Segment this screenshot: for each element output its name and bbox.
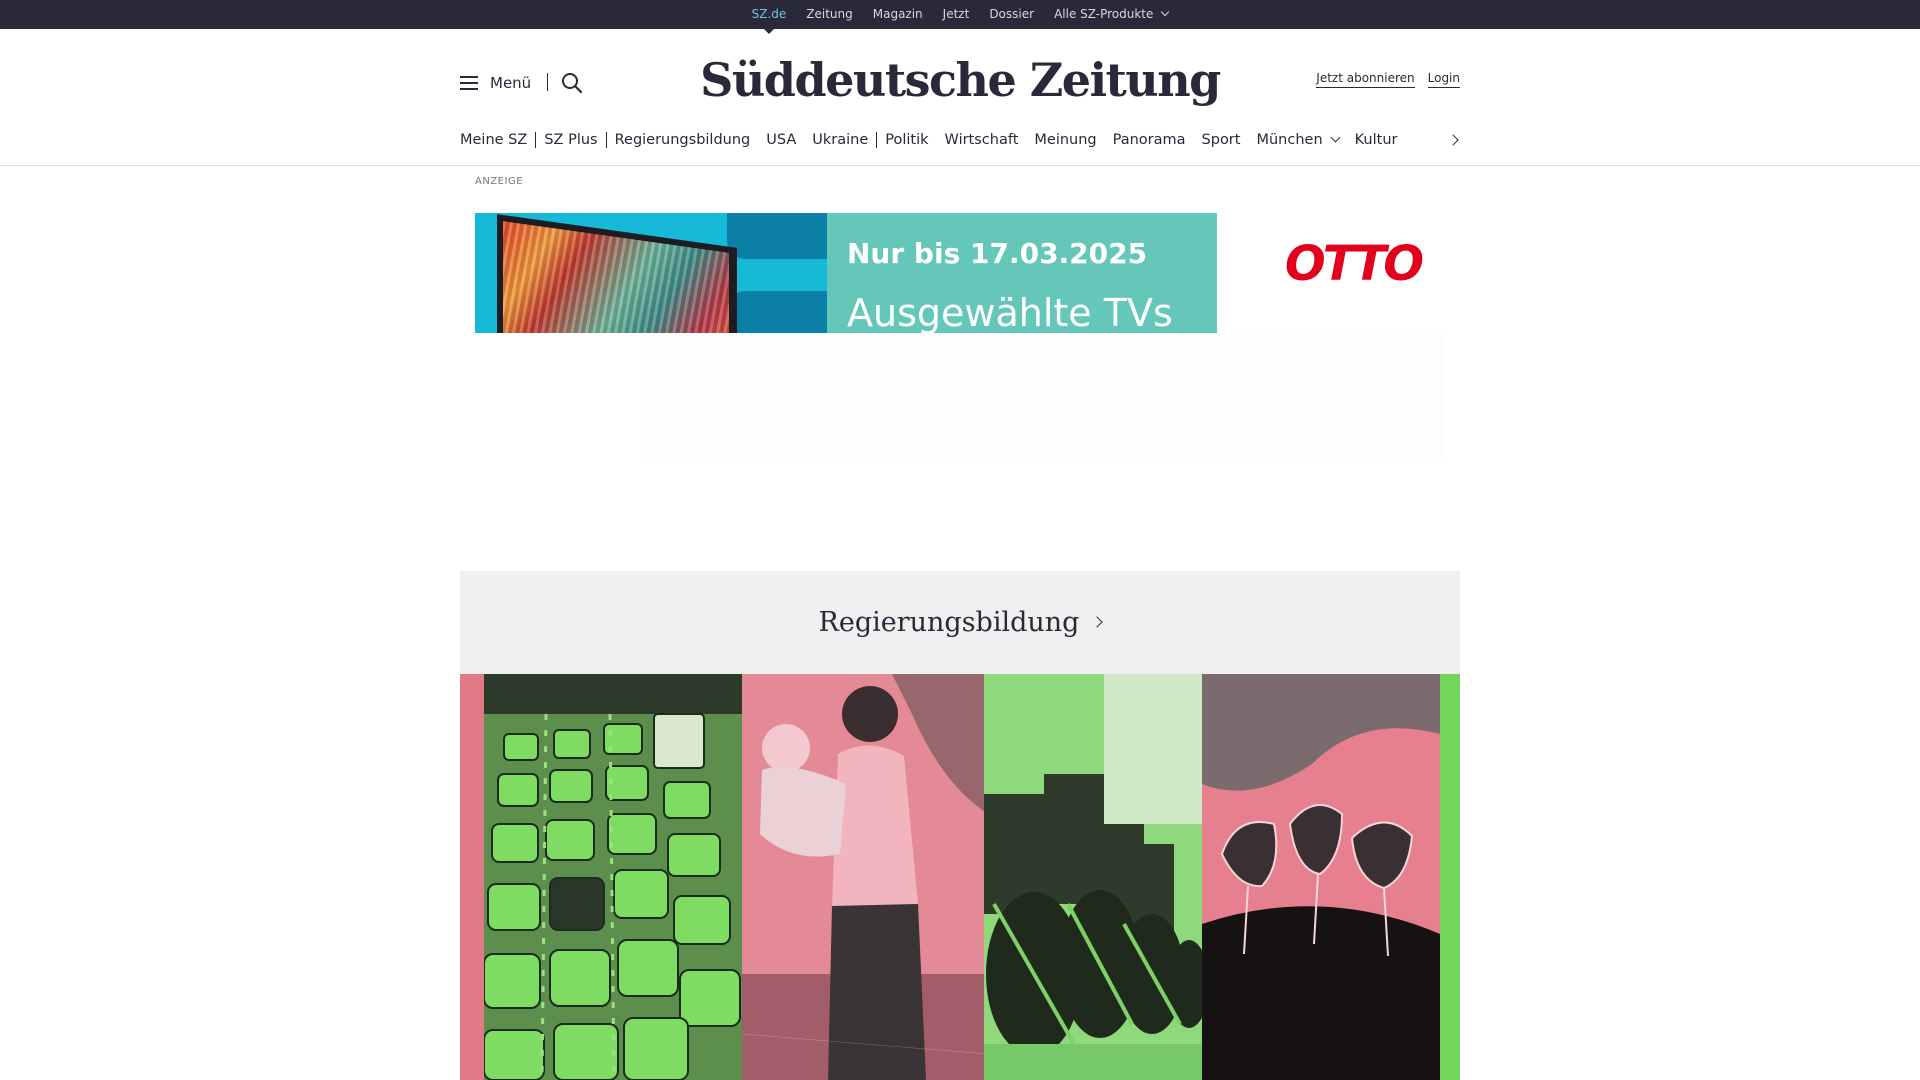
top-nav-alle-produkte[interactable]: Alle SZ-Produkte	[1044, 0, 1178, 29]
account-links: Jetzt abonnieren Login	[1316, 71, 1460, 88]
menu-label: Menü	[490, 74, 532, 92]
ad-headline: Nur bis 17.03.2025	[847, 237, 1148, 270]
main-nav: Meine SZ SZ Plus Regierungsbildung USA U…	[460, 128, 1460, 152]
chevron-right-icon	[1091, 615, 1104, 628]
header-divider	[547, 73, 548, 91]
subscribe-link[interactable]: Jetzt abonnieren	[1316, 71, 1415, 88]
top-nav-sz-de[interactable]: SZ.de	[742, 0, 797, 34]
ad-area-background	[640, 333, 1445, 463]
chevron-down-icon	[1330, 132, 1341, 143]
ad-label: ANZEIGE	[475, 176, 524, 187]
nav-item-politik[interactable]: Politik	[885, 132, 928, 148]
search-icon	[562, 73, 583, 94]
collage-panel-glasses	[1202, 674, 1440, 1080]
top-nav-jetzt[interactable]: Jetzt	[933, 0, 980, 29]
ad-banner[interactable]: Nur bis 17.03.2025 Ausgewählte TVs	[475, 213, 1217, 333]
nav-item-usa[interactable]: USA	[766, 132, 796, 148]
top-nav-alle-produkte-label: Alle SZ-Produkte	[1054, 7, 1154, 21]
ad-subline: Ausgewählte TVs	[847, 291, 1173, 333]
menu-button[interactable]: Menü	[460, 71, 531, 95]
nav-item-regierungsbildung[interactable]: Regierungsbildung	[615, 132, 751, 148]
nav-item-muenchen[interactable]: München	[1256, 132, 1341, 148]
otto-logo-text: OTTO	[1284, 236, 1424, 292]
site-logo[interactable]: Süddeutsche Zeitung	[700, 44, 1221, 116]
header-rule	[0, 165, 1920, 166]
nav-item-sz-plus[interactable]: SZ Plus	[544, 132, 597, 148]
nav-item-ukraine[interactable]: Ukraine	[812, 132, 868, 148]
nav-item-meinung[interactable]: Meinung	[1034, 132, 1096, 148]
chevron-down-icon	[1161, 7, 1170, 17]
ad-text-panel: Nur bis 17.03.2025 Ausgewählte TVs	[827, 213, 1217, 333]
nav-scroll-right-button[interactable]	[1446, 131, 1464, 149]
nav-item-sport[interactable]: Sport	[1202, 132, 1241, 148]
top-nav: SZ.de Zeitung Magazin Jetzt Dossier Alle…	[0, 0, 1920, 34]
hamburger-icon	[460, 76, 478, 90]
nav-item-kultur[interactable]: Kultur	[1355, 132, 1398, 148]
section-title: Regierungsbildung	[818, 607, 1080, 638]
top-nav-magazin[interactable]: Magazin	[863, 0, 933, 29]
nav-item-panorama[interactable]: Panorama	[1113, 132, 1186, 148]
nav-item-wirtschaft[interactable]: Wirtschaft	[945, 132, 1019, 148]
search-button[interactable]	[560, 71, 584, 95]
collage-edge-left	[460, 674, 484, 1080]
nav-separator	[605, 132, 607, 148]
site-logo-text: Süddeutsche Zeitung	[700, 53, 1221, 107]
collage-panel-tractors	[984, 674, 1206, 1080]
nav-separator	[535, 132, 537, 148]
collage-panel-family	[742, 674, 988, 1080]
ad-tv-image	[475, 213, 827, 333]
nav-item-muenchen-label: München	[1256, 132, 1323, 148]
collage-panel-traffic	[484, 674, 744, 1080]
section-header-regierungsbildung[interactable]: Regierungsbildung	[460, 571, 1460, 674]
nav-separator	[876, 132, 878, 148]
login-link[interactable]: Login	[1427, 71, 1460, 88]
otto-logo[interactable]: OTTO	[1284, 236, 1424, 292]
top-nav-dossier[interactable]: Dossier	[979, 0, 1044, 29]
top-nav-zeitung[interactable]: Zeitung	[796, 0, 862, 29]
nav-item-meine-sz[interactable]: Meine SZ	[460, 132, 527, 148]
section-collage-image[interactable]	[460, 674, 1460, 1080]
